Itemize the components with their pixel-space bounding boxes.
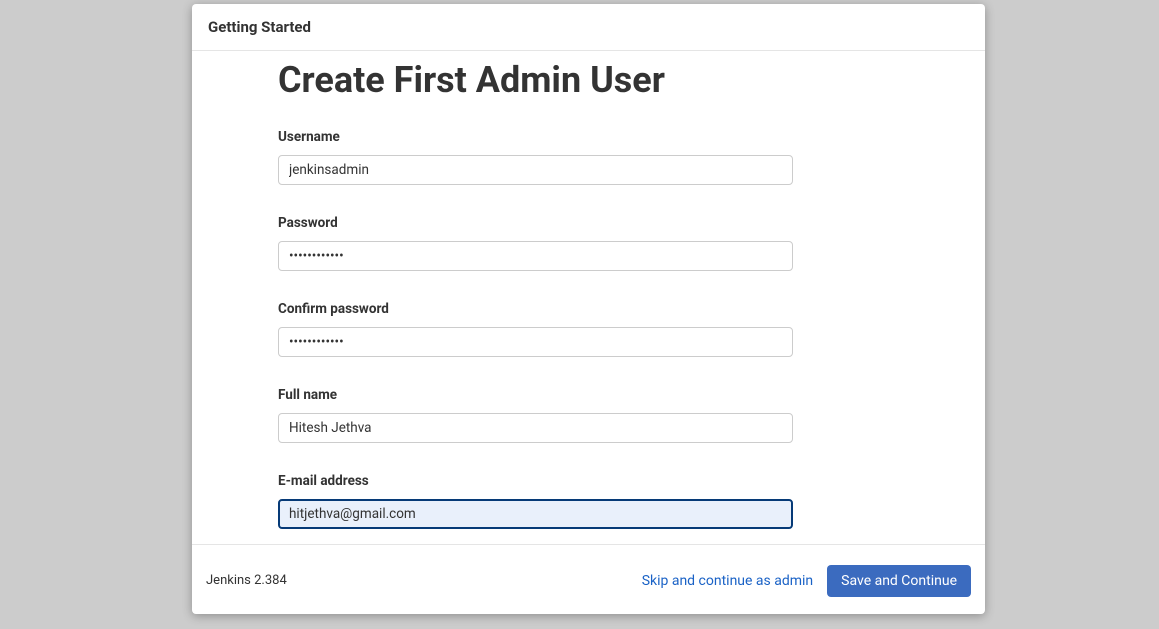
fullname-label: Full name [278, 387, 899, 403]
form-group-fullname: Full name [278, 387, 899, 443]
footer-actions: Skip and continue as admin Save and Cont… [642, 565, 971, 597]
modal-header-title: Getting Started [208, 18, 969, 36]
email-input[interactable] [278, 499, 793, 529]
username-input[interactable] [278, 155, 793, 185]
password-input[interactable] [278, 241, 793, 271]
form-group-confirm: Confirm password [278, 301, 899, 357]
form-group-password: Password [278, 215, 899, 271]
setup-wizard-modal: Getting Started Create First Admin User … [192, 4, 985, 614]
fullname-input[interactable] [278, 413, 793, 443]
confirm-input[interactable] [278, 327, 793, 357]
modal-body[interactable]: Create First Admin User Username Passwor… [192, 51, 985, 544]
skip-link[interactable]: Skip and continue as admin [642, 573, 813, 589]
modal-footer: Jenkins 2.384 Skip and continue as admin… [192, 544, 985, 614]
username-label: Username [278, 129, 899, 145]
confirm-label: Confirm password [278, 301, 899, 317]
password-label: Password [278, 215, 899, 231]
version-text: Jenkins 2.384 [206, 573, 287, 588]
email-label: E-mail address [278, 473, 899, 489]
form-group-email: E-mail address [278, 473, 899, 529]
form-group-username: Username [278, 129, 899, 185]
page-title: Create First Admin User [278, 59, 899, 101]
modal-header: Getting Started [192, 4, 985, 51]
save-continue-button[interactable]: Save and Continue [827, 565, 971, 597]
form-wrap: Create First Admin User Username Passwor… [192, 59, 985, 544]
